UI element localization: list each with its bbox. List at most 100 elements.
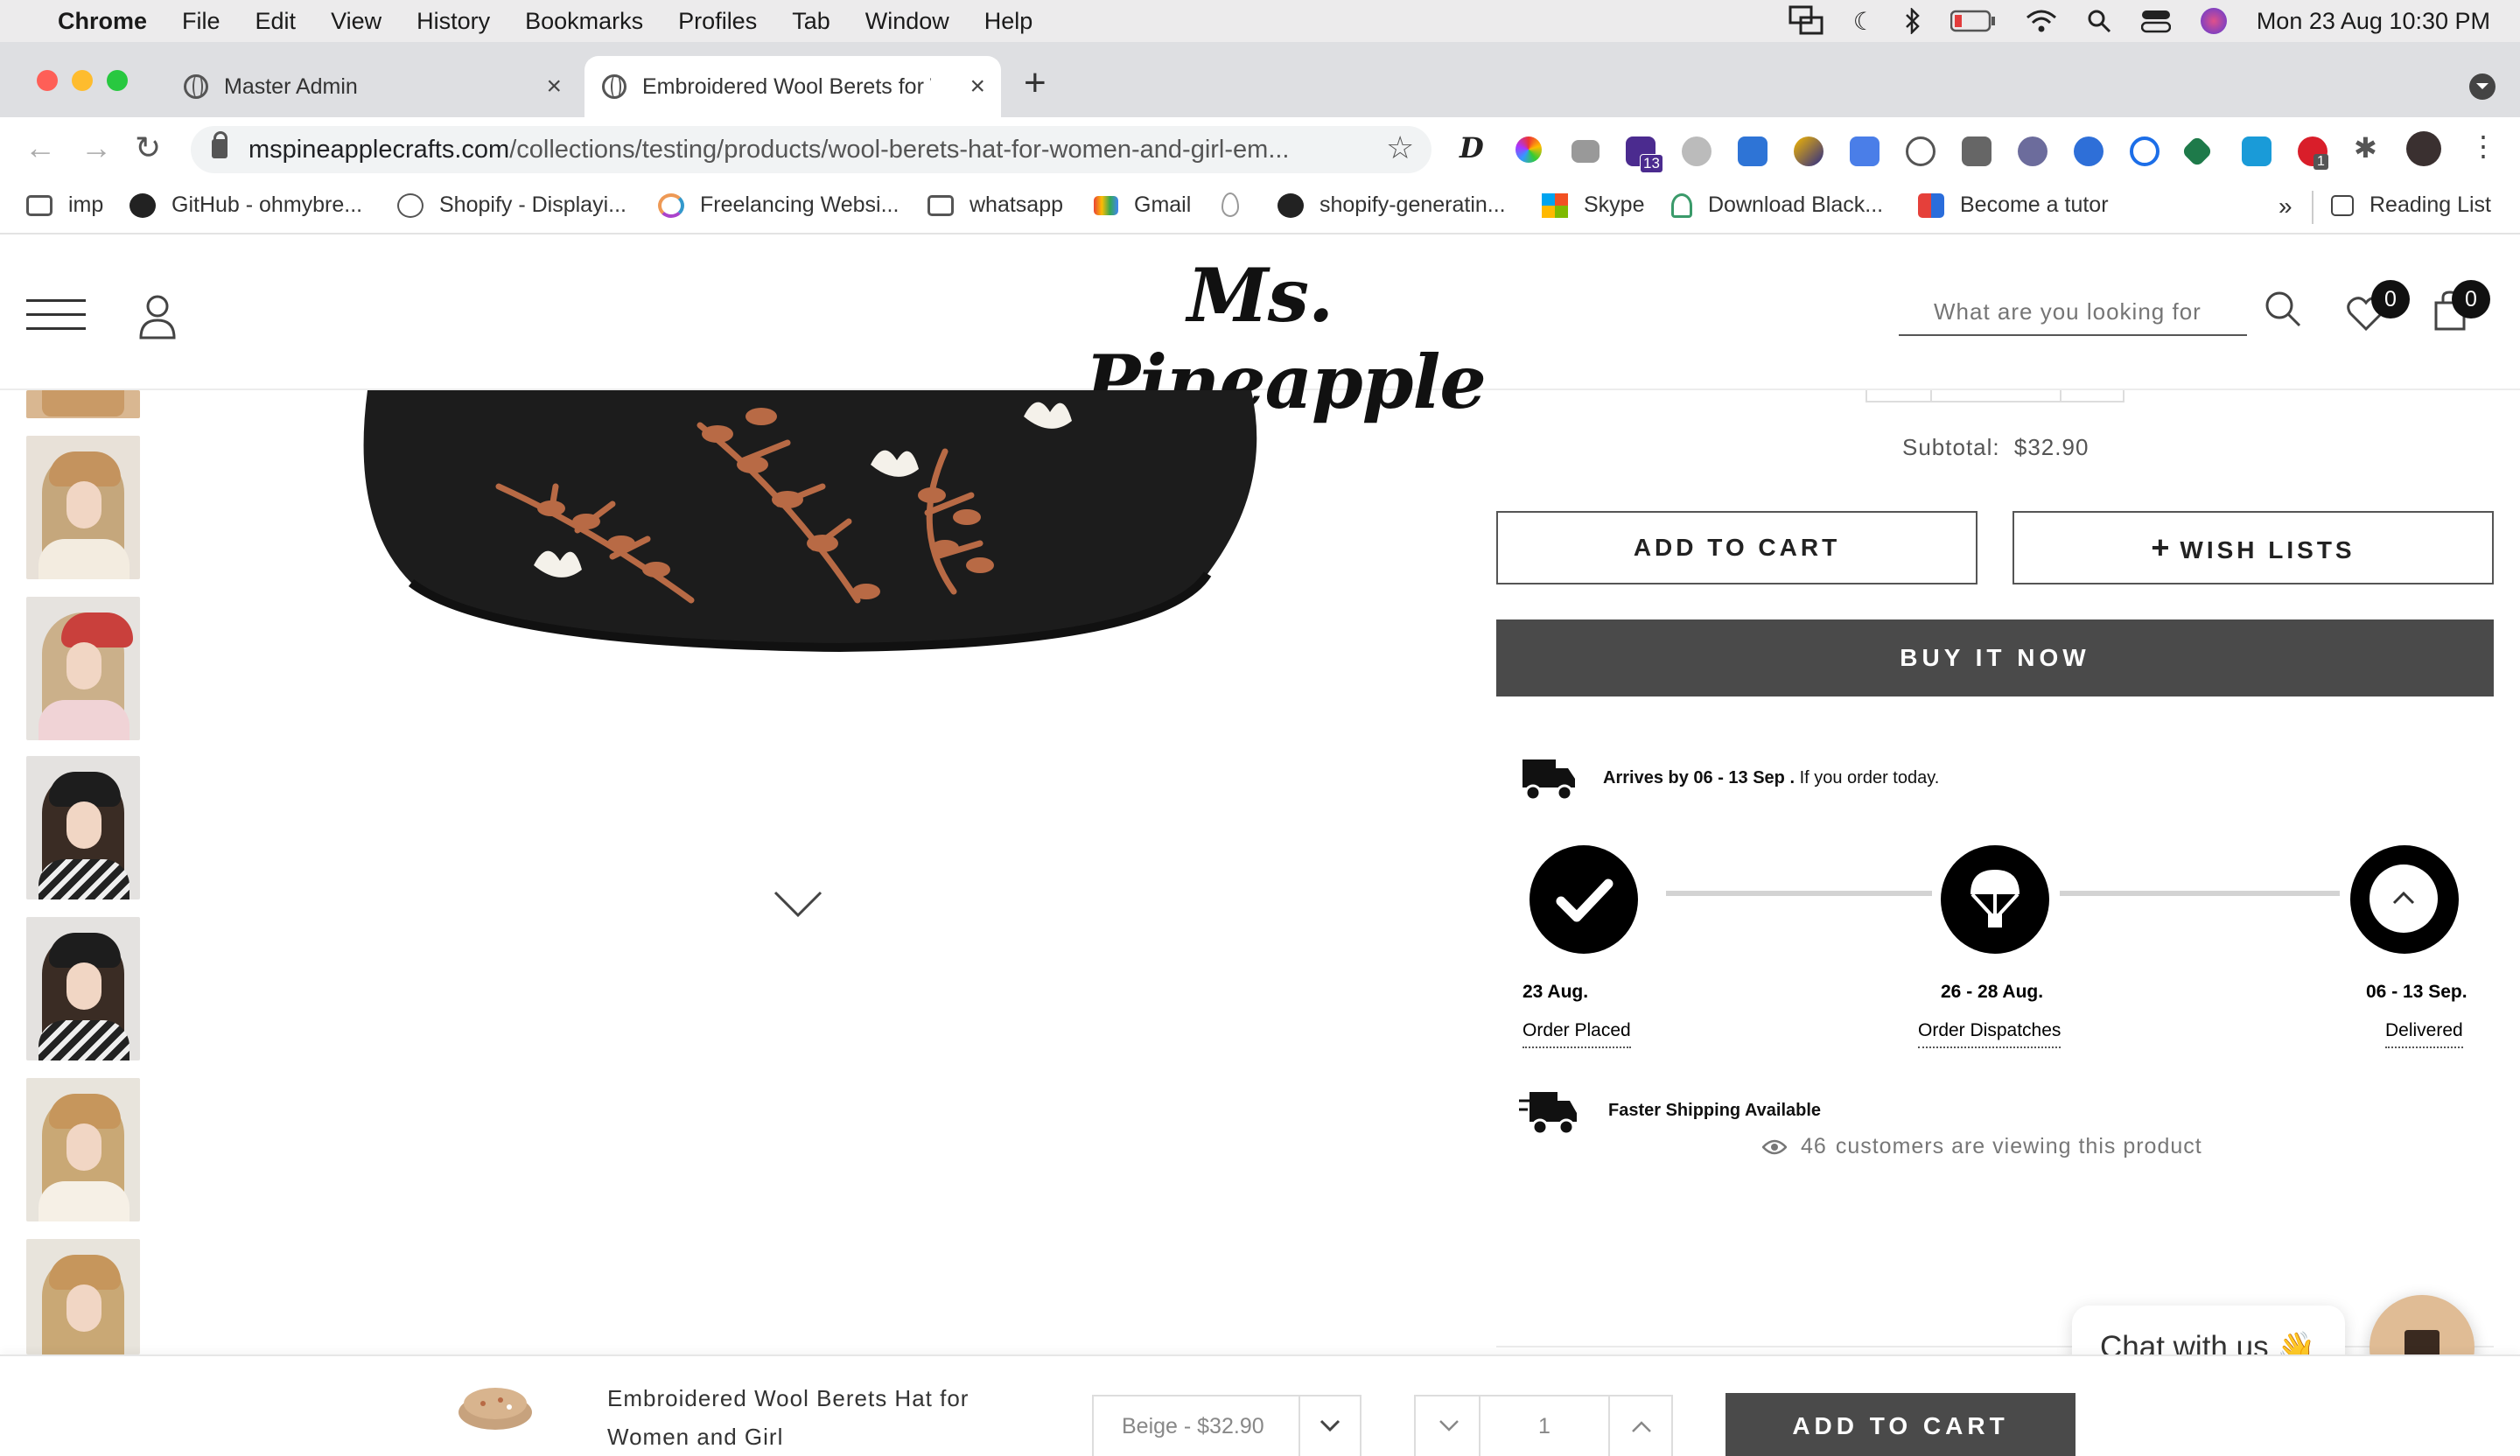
tab-embroidered-wool-berets[interactable]: Embroidered Wool Berets for W × [584, 56, 1001, 117]
product-main-image[interactable] [350, 390, 1269, 662]
account-icon[interactable] [138, 294, 177, 340]
qty-decrease-button[interactable] [1416, 1396, 1480, 1456]
product-thumbnail[interactable] [26, 597, 140, 740]
bookmark-download-black[interactable]: Download Black... [1671, 192, 1883, 218]
menu-window[interactable]: Window [865, 8, 949, 35]
wish-lists-button[interactable]: + WISH LISTS [2012, 511, 2494, 584]
menu-view[interactable]: View [331, 8, 382, 35]
search-input[interactable] [1899, 290, 2247, 332]
lock-icon[interactable] [212, 131, 228, 158]
new-tab-button[interactable]: + [1024, 61, 1046, 105]
bookmark-shopify-generating[interactable]: shopify-generatin... [1278, 192, 1506, 218]
extension-graduation-icon[interactable]: 13 [1626, 136, 1663, 173]
sticky-add-to-cart-button[interactable]: ADD TO CART [1726, 1393, 2076, 1456]
bookmarks-overflow-button[interactable]: » [2278, 192, 2292, 220]
more-menu-icon[interactable]: ⋮ [2469, 130, 2499, 162]
extension-code-icon[interactable] [1906, 136, 1936, 166]
bluetooth-icon[interactable] [1905, 8, 1921, 34]
screen-share-icon[interactable] [1788, 5, 1824, 37]
chevron-down-icon [2476, 83, 2488, 89]
tab-search-button[interactable] [2469, 74, 2496, 100]
scroll-down-chevron-icon[interactable] [774, 891, 822, 919]
thumbnail-face [66, 1284, 102, 1332]
product-thumbnail[interactable] [26, 1239, 140, 1354]
control-center-icon[interactable] [2140, 9, 2171, 33]
extension-drop-icon[interactable] [2074, 136, 2104, 166]
add-to-cart-button[interactable]: ADD TO CART [1496, 511, 1978, 584]
bookmark-shopify[interactable]: Shopify - Displayi... [397, 192, 626, 218]
extension-record-icon[interactable] [2018, 136, 2048, 166]
hamburger-menu-icon[interactable] [26, 299, 86, 341]
extension-devtools-icon[interactable] [1962, 136, 1992, 166]
product-thumbnail[interactable] [26, 1078, 140, 1222]
buy-it-now-button[interactable]: BUY IT NOW [1496, 620, 2494, 696]
sticky-title-line: Women and Girl [607, 1424, 784, 1450]
reload-button[interactable]: ↻ [135, 130, 161, 166]
bookmark-imp[interactable]: imp [26, 192, 103, 218]
battery-icon[interactable] [1950, 10, 1996, 32]
menubar-datetime[interactable]: Mon 23 Aug 10:30 PM [2257, 8, 2490, 35]
bookmark-freelancing[interactable]: Freelancing Websi... [658, 192, 899, 218]
extensions-puzzle-icon[interactable]: ✱ [2354, 131, 2384, 164]
close-tab-icon[interactable]: × [546, 72, 562, 102]
qty-increase-button[interactable] [1608, 1396, 1673, 1456]
search-icon[interactable] [2264, 290, 2301, 327]
extension-bolt-icon[interactable] [1794, 136, 1824, 166]
extension-diamond-icon[interactable] [2180, 135, 2214, 168]
menu-bookmarks[interactable]: Bookmarks [525, 8, 643, 35]
product-thumbnail[interactable] [26, 436, 140, 579]
bookmark-whatsapp[interactable]: whatsapp [928, 192, 1063, 218]
extension-camera-icon[interactable] [1572, 140, 1600, 163]
bookmark-label: Shopify - Displayi... [439, 192, 626, 217]
back-to-top-button[interactable] [2370, 864, 2438, 933]
menu-edit[interactable]: Edit [256, 8, 297, 35]
menu-profiles[interactable]: Profiles [678, 8, 757, 35]
product-thumbnail[interactable] [26, 756, 140, 900]
profile-avatar[interactable] [2406, 131, 2441, 166]
qty-input[interactable]: 1 [1480, 1414, 1608, 1439]
menu-tab[interactable]: Tab [792, 8, 830, 35]
sticky-add-to-cart-label: ADD TO CART [1792, 1412, 2009, 1439]
extension-fi-icon[interactable] [1738, 136, 1768, 166]
menu-help[interactable]: Help [984, 8, 1033, 35]
drop-icon [1222, 192, 1239, 217]
menu-file[interactable]: File [182, 8, 220, 35]
menubar-app-name[interactable]: Chrome [58, 8, 147, 35]
back-button[interactable]: ← [24, 130, 56, 166]
moon-icon[interactable]: ☾ [1853, 7, 1875, 36]
extension-translate-icon[interactable] [1850, 136, 1880, 166]
bookmark-star-icon[interactable]: ☆ [1386, 130, 1414, 166]
reading-list-button[interactable]: Reading List [2331, 192, 2491, 218]
extension-globe-icon[interactable] [1682, 136, 1712, 166]
bookmark-skype[interactable]: Skype [1542, 192, 1644, 218]
adblock-plus-icon[interactable]: 1 [2298, 136, 2328, 170]
extension-copy-icon[interactable] [2242, 136, 2272, 166]
bookmark-drop[interactable] [1222, 192, 1255, 217]
product-thumbnail[interactable] [26, 917, 140, 1060]
zoom-window-button[interactable] [107, 70, 128, 91]
extension-d-icon[interactable]: D [1460, 131, 1489, 164]
bookmark-label: Gmail [1134, 192, 1192, 217]
wifi-icon[interactable] [2026, 9, 2057, 33]
bookmark-github-ohmybre[interactable]: GitHub - ohmybre... [130, 192, 362, 218]
forward-button[interactable]: → [80, 130, 112, 166]
github-icon [1278, 192, 1304, 218]
extension-c-icon[interactable] [2130, 136, 2160, 166]
bookmark-become-tutor[interactable]: Become a tutor [1918, 192, 2109, 218]
close-window-button[interactable] [37, 70, 58, 91]
address-bar[interactable]: mspineapplecrafts.com/collections/testin… [191, 126, 1432, 173]
extension-color-icon[interactable] [1516, 136, 1542, 163]
bookmark-gmail[interactable]: Gmail [1094, 192, 1191, 218]
product-thumbnail[interactable] [26, 390, 140, 418]
variant-select[interactable]: Beige - $32.90 [1092, 1395, 1362, 1456]
subtotal-line: Subtotal: $32.90 [1902, 434, 2089, 461]
spotlight-search-icon[interactable] [2087, 9, 2111, 33]
plant-icon [1671, 192, 1692, 218]
close-tab-icon[interactable]: × [970, 72, 985, 102]
siri-icon[interactable] [2200, 8, 2227, 34]
tab-master-admin[interactable]: Master Admin × [166, 56, 578, 117]
minimize-window-button[interactable] [72, 70, 93, 91]
quantity-stepper[interactable] [1866, 390, 2124, 402]
menu-history[interactable]: History [416, 8, 490, 35]
sticky-product-title: Embroidered Wool Berets Hat for Women an… [607, 1379, 969, 1456]
